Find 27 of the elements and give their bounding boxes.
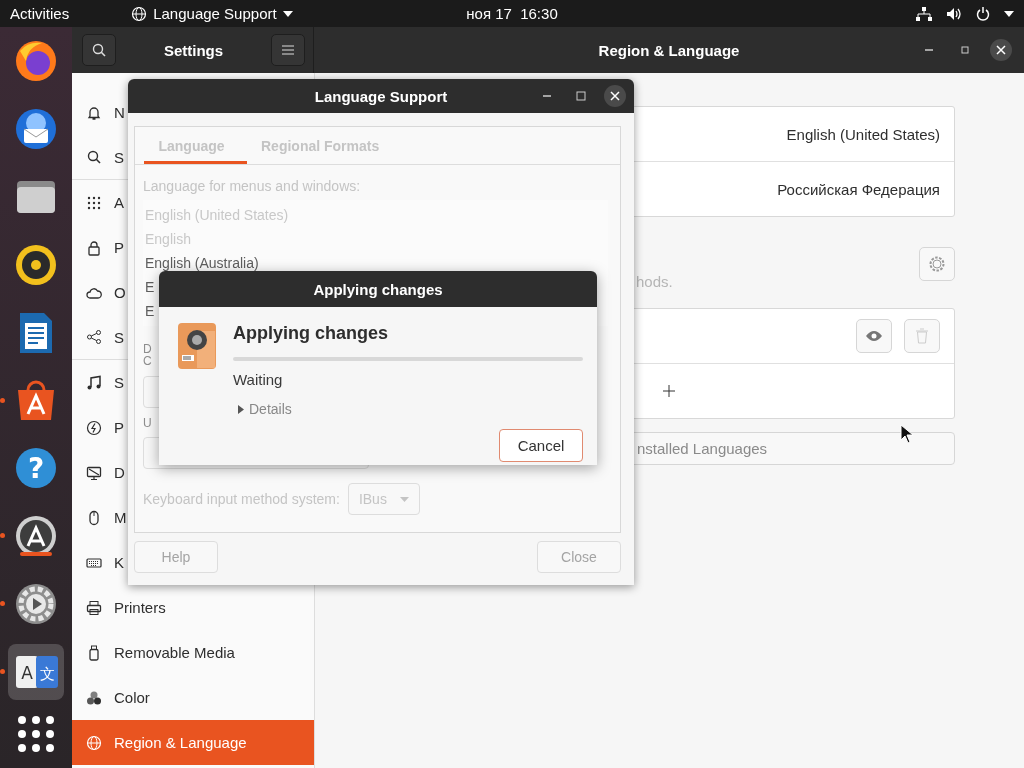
sidebar-label: Printers — [114, 599, 166, 616]
sidebar-label: O — [114, 284, 126, 301]
dialog-title: Applying changes — [313, 280, 443, 298]
sidebar-label: S — [114, 148, 124, 166]
sidebar-label: D — [114, 464, 125, 481]
sidebar-label: M — [114, 509, 127, 526]
hint-text: hods. — [636, 273, 673, 290]
sidebar-label: Removable Media — [114, 644, 235, 661]
sidebar-label: K — [114, 554, 124, 571]
sidebar-label: Color — [114, 689, 150, 706]
row-value: English (United States) — [786, 125, 940, 143]
text-fragment: C — [143, 355, 152, 367]
sidebar-label: N — [114, 104, 125, 121]
sidebar-label: Region & Language — [114, 734, 247, 751]
text-fragment: D — [143, 343, 152, 355]
text-fragment: U — [143, 417, 152, 429]
sidebar-title: Settings — [163, 41, 224, 59]
dialog-heading: Applying changes — [233, 323, 390, 344]
sidebar-label: P — [114, 239, 124, 256]
window-title: Language Support — [314, 87, 448, 105]
sidebar-label: A — [114, 194, 124, 211]
sidebar-label: P — [114, 419, 124, 436]
window-title: Region & Language — [598, 41, 740, 59]
sidebar-label: S — [114, 374, 124, 391]
row-value: Российская Федерация — [777, 180, 940, 198]
status-text: Waiting — [233, 371, 284, 388]
sidebar-label: S — [114, 328, 124, 346]
